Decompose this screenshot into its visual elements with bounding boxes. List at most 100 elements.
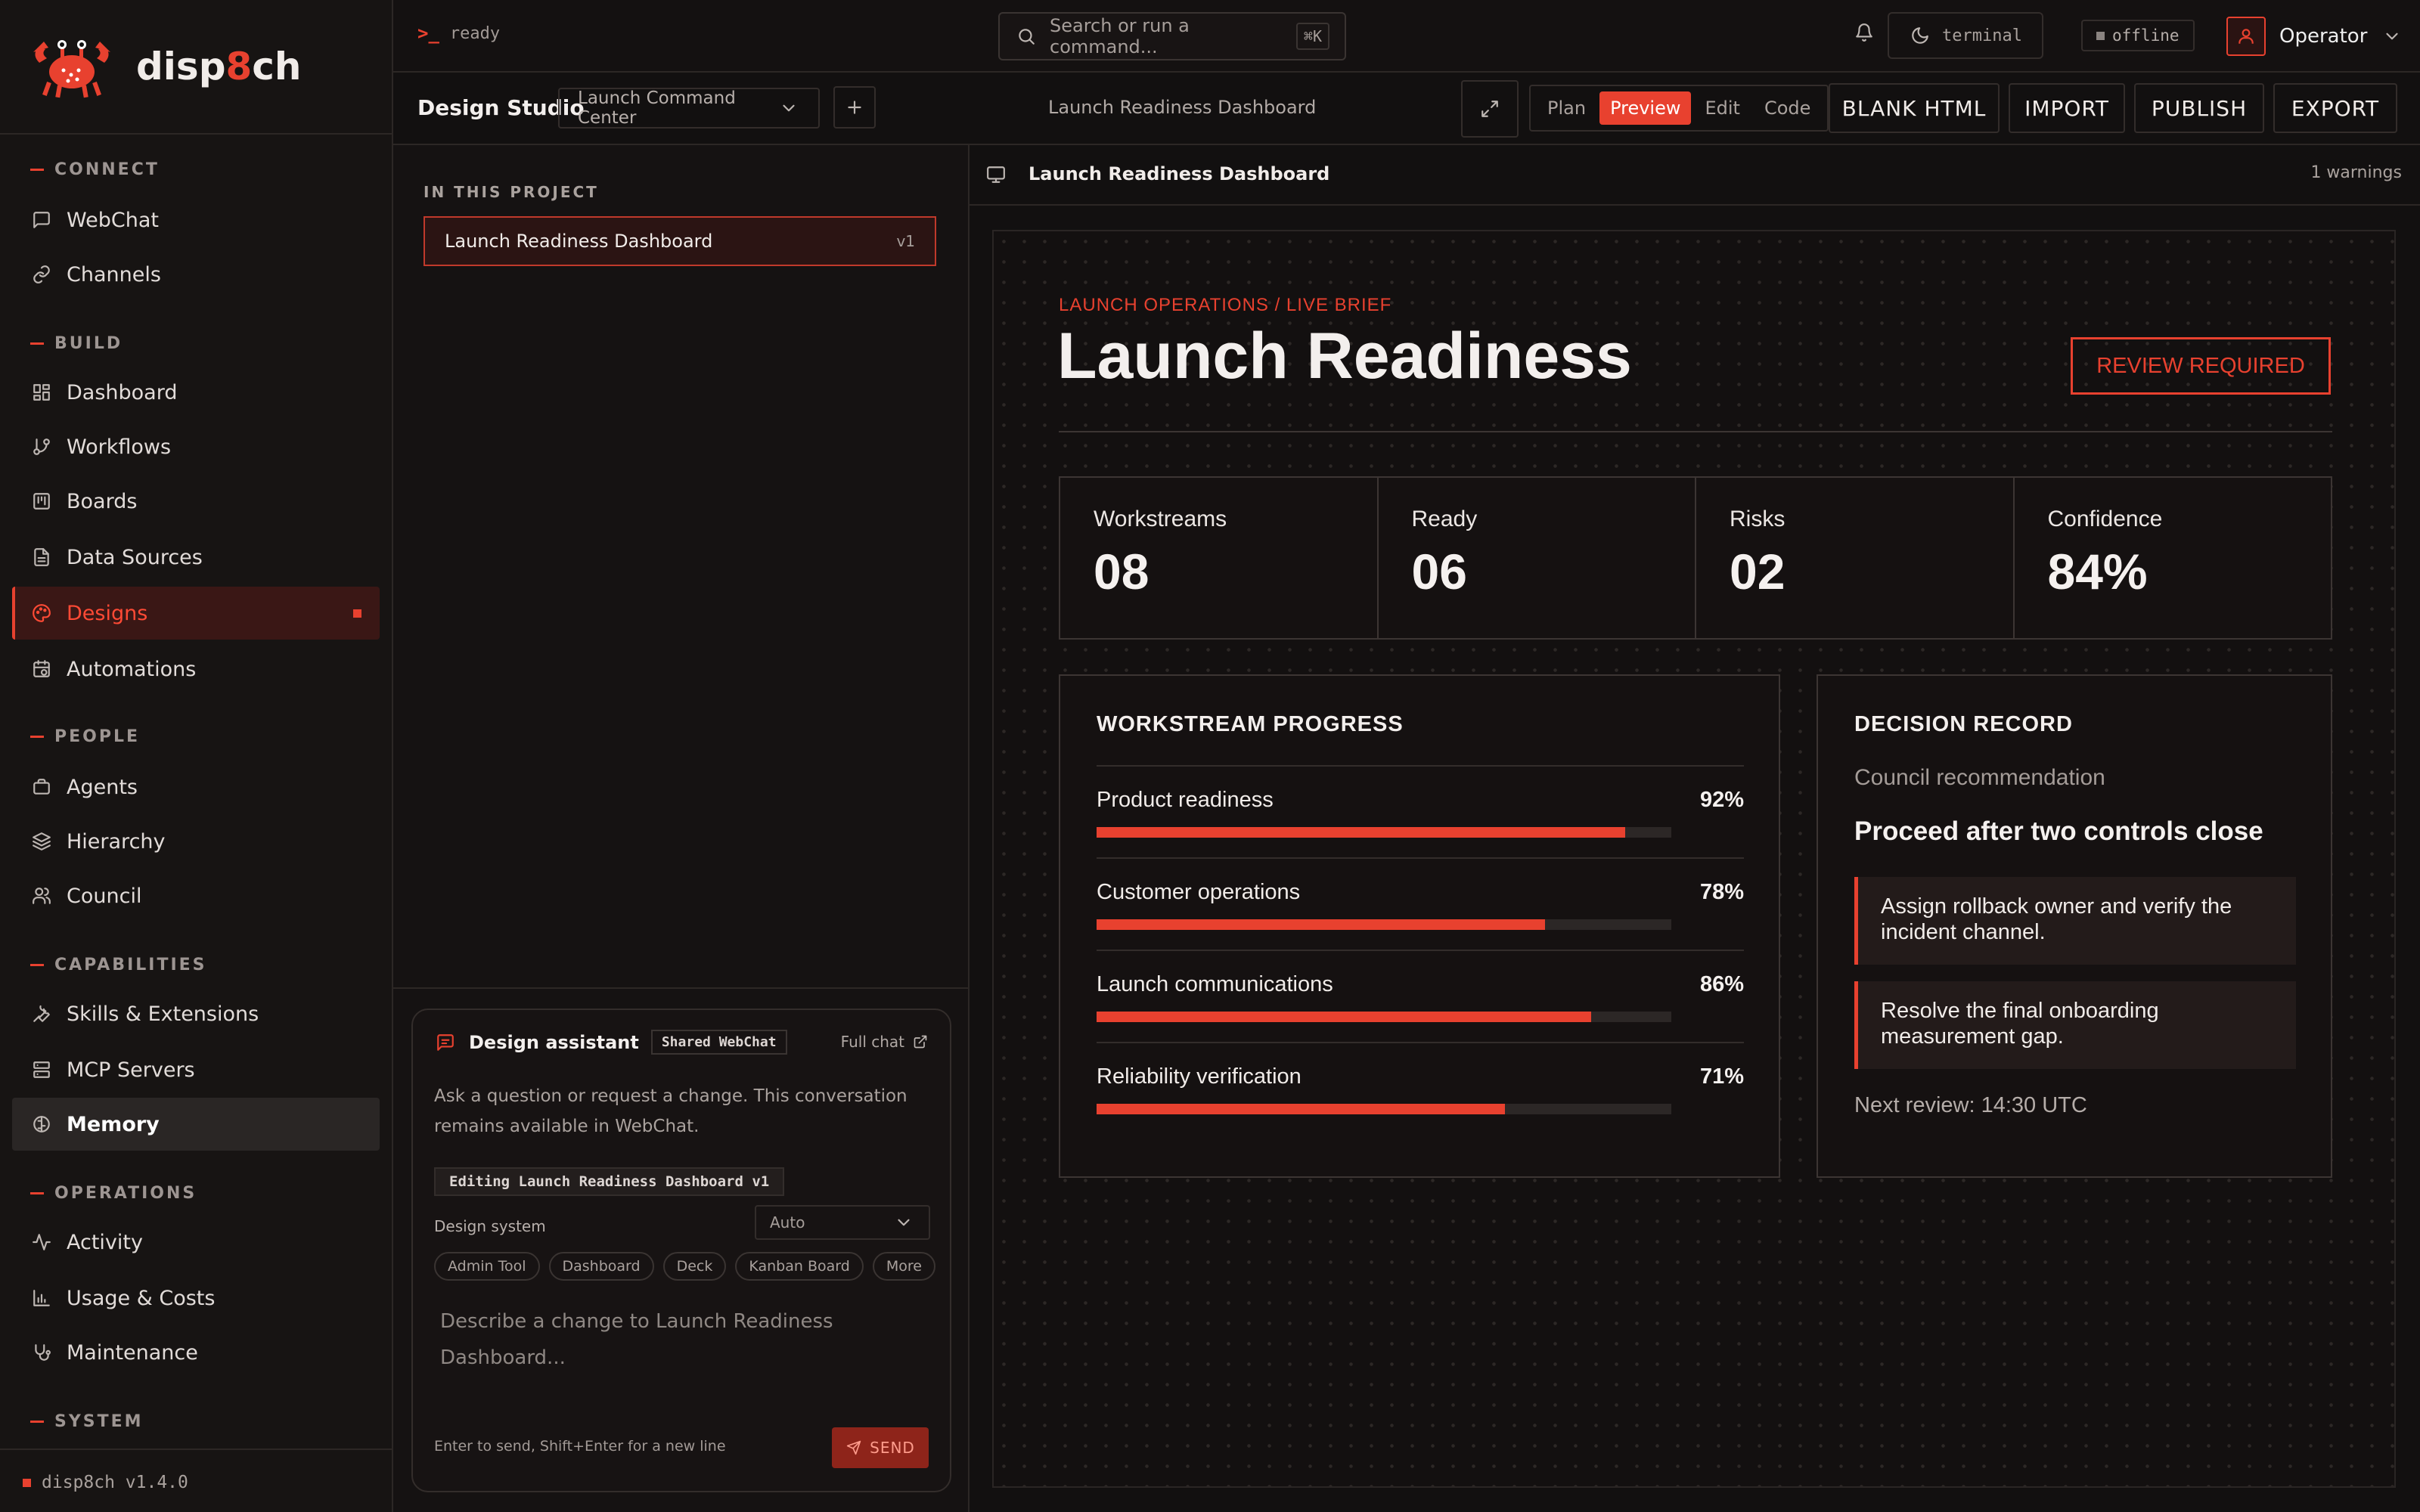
fullscreen-button[interactable] <box>1461 80 1519 138</box>
sidebar-item-hierarchy[interactable]: Hierarchy <box>12 815 380 868</box>
sidebar-item-mcp-servers[interactable]: MCP Servers <box>12 1043 380 1096</box>
sidebar-item-automations[interactable]: Automations <box>12 643 380 696</box>
control-item: Resolve the final onboarding measurement… <box>1854 981 2296 1069</box>
notifications-button[interactable] <box>1853 21 1876 44</box>
project-select[interactable]: Launch Command Center <box>558 88 820 129</box>
export-button[interactable]: EXPORT <box>2273 83 2397 133</box>
crab-logo-icon <box>33 40 110 98</box>
card-title: DECISION RECORD <box>1854 712 2073 736</box>
warnings-count[interactable]: 1 warnings <box>2310 163 2402 182</box>
design-preview-canvas: LAUNCH OPERATIONS / LIVE BRIEF Launch Re… <box>992 230 2396 1488</box>
template-chip-kanban-board[interactable]: Kanban Board <box>735 1252 864 1281</box>
sidebar-item-designs[interactable]: Designs <box>12 587 380 640</box>
sidebar-item-activity[interactable]: Activity <box>12 1216 380 1269</box>
sidebar-item-council[interactable]: Council <box>12 869 380 922</box>
search-placeholder: Search or run a command... <box>1050 15 1190 57</box>
monitor-icon <box>985 163 1007 186</box>
decision-subtitle: Council recommendation <box>1854 765 2105 790</box>
template-chip-dashboard[interactable]: Dashboard <box>548 1252 654 1281</box>
tab-edit[interactable]: Edit <box>1694 91 1750 125</box>
tab-plan[interactable]: Plan <box>1537 91 1596 125</box>
sidebar-item-skills[interactable]: Skills & Extensions <box>12 987 380 1040</box>
progress-fill <box>1097 1104 1505 1114</box>
view-mode-tabs: Plan Preview Edit Code <box>1529 85 1829 132</box>
brand-name: disp8ch <box>136 45 302 88</box>
status-indicator: >_ ready <box>417 23 500 44</box>
sidebar-item-workflows[interactable]: Workflows <box>12 420 380 473</box>
terminal-theme-button[interactable]: terminal <box>1888 12 2043 59</box>
design-system-select[interactable]: Auto <box>755 1205 930 1240</box>
project-files-panel: IN THIS PROJECT Launch Readiness Dashboa… <box>393 145 970 1512</box>
sidebar-item-label: Automations <box>67 657 197 681</box>
brand[interactable]: disp8ch <box>27 30 302 103</box>
sidebar-item-agents[interactable]: Agents <box>12 761 380 813</box>
preview-header: Launch Readiness Dashboard 1 warnings <box>970 145 2420 206</box>
studio-toolbar: Design Studio Launch Command Center Laun… <box>393 73 2420 145</box>
progress-track <box>1097 827 1671 838</box>
avatar <box>2226 17 2266 56</box>
card-title: WORKSTREAM PROGRESS <box>1097 712 1404 736</box>
sidebar-item-memory[interactable]: Memory <box>12 1098 380 1151</box>
assistant-title: Design assistant <box>469 1031 639 1053</box>
status-square-icon <box>23 1478 31 1487</box>
user-menu[interactable]: Operator <box>2226 17 2403 56</box>
external-link-icon <box>912 1033 929 1050</box>
publish-button[interactable]: PUBLISH <box>2134 83 2264 133</box>
decision-record-card: DECISION RECORD Council recommendation P… <box>1817 674 2332 1178</box>
design-system-label: Design system <box>434 1217 546 1235</box>
plus-icon <box>843 96 866 119</box>
status-text: ready <box>449 23 501 43</box>
tab-code[interactable]: Code <box>1754 91 1821 125</box>
progress-row: Launch communications 86% <box>1097 950 1744 1042</box>
shared-webchat-badge: Shared WebChat <box>650 1030 787 1055</box>
dashboard-heading: Launch Readiness <box>1057 320 1632 392</box>
send-button[interactable]: SEND <box>832 1427 929 1468</box>
stat-value: 84% <box>2047 544 2148 600</box>
briefcase-icon <box>30 776 53 798</box>
project-select-value: Launch Command Center <box>578 88 736 128</box>
next-review: Next review: 14:30 UTC <box>1854 1093 2087 1117</box>
nav-section-people: PEOPLE <box>30 727 140 746</box>
add-design-button[interactable] <box>833 86 876 129</box>
file-item[interactable]: Launch Readiness Dashboard v1 <box>424 216 936 266</box>
sidebar-item-usage-costs[interactable]: Usage & Costs <box>12 1272 380 1325</box>
stat-value: 06 <box>1411 544 1467 600</box>
user-name: Operator <box>2279 25 2368 48</box>
template-chip-deck[interactable]: Deck <box>662 1252 727 1281</box>
sidebar-item-channels[interactable]: Channels <box>12 248 380 301</box>
import-button[interactable]: IMPORT <box>2009 83 2125 133</box>
progress-fill <box>1097 827 1626 838</box>
sidebar-item-dashboard[interactable]: Dashboard <box>12 366 380 419</box>
stat-label: Confidence <box>2047 507 2163 531</box>
stat-card-risks: Risks 02 <box>1696 478 2015 638</box>
command-search-input[interactable]: Search or run a command... ⌘K <box>998 12 1346 60</box>
sidebar-item-label: Council <box>67 884 142 908</box>
sidebar-item-boards[interactable]: Boards <box>12 475 380 528</box>
layers-icon <box>30 830 53 853</box>
full-chat-link[interactable]: Full chat <box>841 1033 929 1051</box>
sidebar-item-data-sources[interactable]: Data Sources <box>12 531 380 584</box>
sidebar-item-label: Skills & Extensions <box>67 1002 259 1026</box>
connection-status-badge: offline <box>2081 20 2195 51</box>
template-chip-more[interactable]: More <box>872 1252 935 1281</box>
blank-html-button[interactable]: BLANK HTML <box>1829 83 2000 133</box>
assistant-description: Ask a question or request a change. This… <box>434 1086 908 1136</box>
sidebar-item-label: Designs <box>67 601 148 625</box>
change-request-input[interactable]: Describe a change to Launch Readiness Da… <box>440 1303 894 1376</box>
design-assistant-panel: Design assistant Shared WebChat Full cha… <box>411 1009 951 1492</box>
stethoscope-icon <box>30 1341 53 1364</box>
sidebar-item-label: Hierarchy <box>67 829 166 854</box>
progress-label: Customer operations <box>1097 880 1301 904</box>
progress-fill <box>1097 1012 1591 1022</box>
document-name: Launch Readiness Dashboard <box>1048 97 1317 118</box>
bell-icon <box>1853 21 1876 44</box>
file-version: v1 <box>896 232 915 250</box>
sidebar-item-label: Boards <box>67 489 138 513</box>
sidebar-item-maintenance[interactable]: Maintenance <box>12 1326 380 1379</box>
preview-title: Launch Readiness Dashboard <box>1028 163 1330 184</box>
progress-percent: 86% <box>1699 972 1744 996</box>
tab-preview[interactable]: Preview <box>1599 91 1692 125</box>
sidebar-item-webchat[interactable]: WebChat <box>12 194 380 246</box>
template-chip-admin-tool[interactable]: Admin Tool <box>434 1252 540 1281</box>
sidebar-item-label: Data Sources <box>67 545 203 569</box>
